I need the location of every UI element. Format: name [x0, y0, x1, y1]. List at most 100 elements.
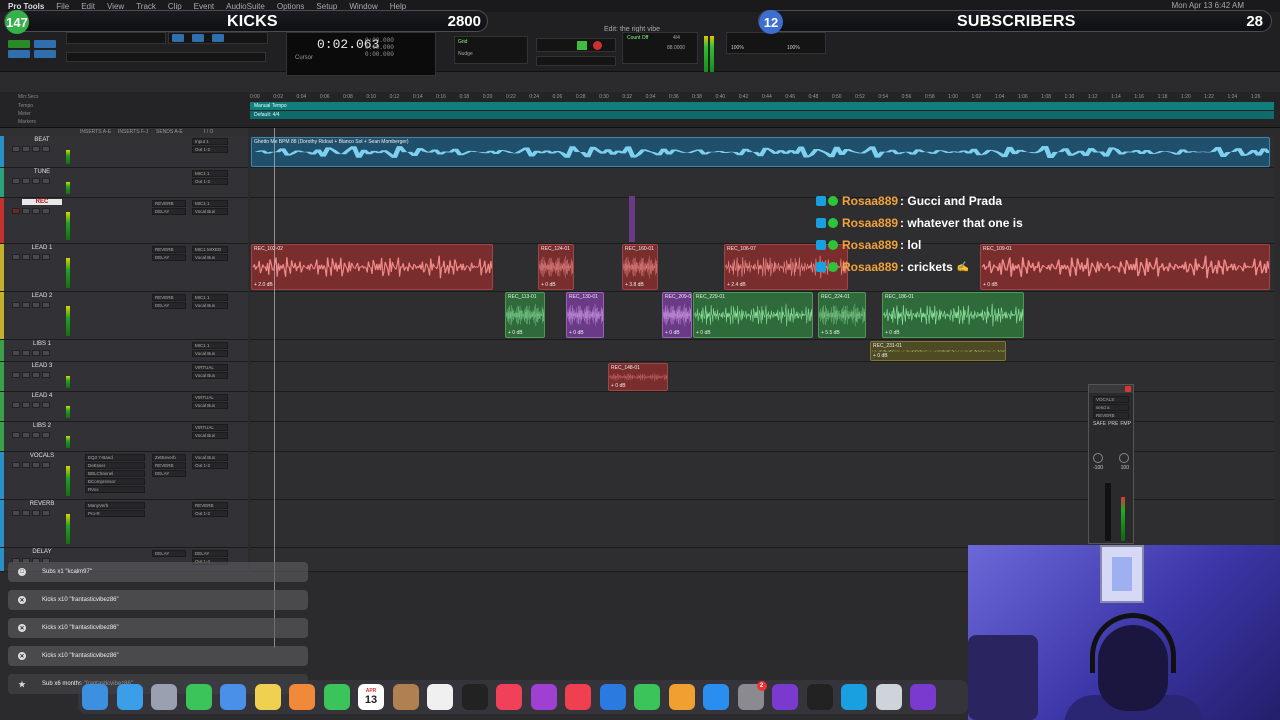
pan-knob-right[interactable]	[1119, 453, 1129, 463]
send-window[interactable]: VOCALS send a REVERB SAFE PRE FMP -100 1…	[1088, 384, 1134, 544]
send-slot[interactable]: ZetEeverb	[152, 454, 186, 461]
input-selector[interactable]: REVERB	[192, 502, 228, 509]
audio-clip[interactable]: REC_229-01 + 0 dB	[693, 292, 813, 338]
send-slot[interactable]: DELAY	[152, 302, 186, 309]
output-selector[interactable]: Vocal Bus	[192, 208, 228, 215]
audio-clip[interactable]: REC_231-01 + 0 dB	[870, 341, 1006, 361]
record-enable-button[interactable]	[12, 372, 20, 378]
insert-slot[interactable]: BBLChannel	[85, 470, 145, 477]
output-selector[interactable]: Vocal Bus	[192, 302, 228, 309]
safe-button[interactable]: SAFE	[1093, 421, 1106, 427]
input-selector[interactable]: VIRTUAL	[192, 364, 228, 371]
insert-slot[interactable]: Pro-R	[85, 510, 145, 517]
mail-app-icon[interactable]	[220, 684, 246, 710]
mute-button[interactable]	[42, 208, 50, 214]
track-name[interactable]: LIBS 2	[22, 423, 62, 429]
solo-button[interactable]	[32, 462, 40, 468]
input-monitor-button[interactable]	[22, 402, 30, 408]
play-button[interactable]	[577, 41, 587, 50]
audio-clip[interactable]: REC_102-02 + 2.0 dB	[251, 244, 493, 290]
record-enable-button[interactable]	[12, 178, 20, 184]
input-selector[interactable]: Vocal Bus	[192, 454, 228, 461]
audio-clip[interactable]: REC_113-01 + 0 dB	[505, 292, 545, 338]
input-monitor-button[interactable]	[22, 208, 30, 214]
calendar-app-icon[interactable]: APR 13	[358, 684, 384, 710]
output-selector[interactable]: Vocal Bus	[192, 372, 228, 379]
input-selector[interactable]: VIRTUAL	[192, 424, 228, 431]
send-window-destination[interactable]: REVERB	[1093, 412, 1129, 419]
reminders-app-icon[interactable]	[427, 684, 453, 710]
selector-tool-icon[interactable]	[212, 34, 224, 42]
meter-ruler[interactable]: Default: 4/4	[250, 111, 1274, 119]
output-selector[interactable]: Vocal Bus	[192, 254, 228, 261]
input-monitor-button[interactable]	[22, 510, 30, 516]
mute-button[interactable]	[42, 462, 50, 468]
pages-app-icon[interactable]	[668, 684, 695, 710]
record-enable-button[interactable]	[12, 462, 20, 468]
insert-slot[interactable]: ManyVerb	[85, 502, 145, 509]
solo-button[interactable]	[32, 208, 40, 214]
pro-tools-app-icon[interactable]	[772, 684, 798, 710]
input-monitor-button[interactable]	[22, 350, 30, 356]
avid-app-icon[interactable]	[910, 684, 936, 710]
track-header[interactable]: TUNE MIC1 1 Out 1-2	[0, 168, 248, 198]
audio-clip[interactable]: Ghetto Me BPM 88 (Dorothy Ridout + Blanc…	[251, 137, 1270, 167]
send-slot[interactable]: REVERB	[152, 246, 186, 253]
track-lane[interactable]	[250, 340, 1274, 362]
nudge-grid-values[interactable]: Grid Nudge	[454, 36, 528, 64]
input-selector[interactable]: MIC1 1	[192, 342, 228, 349]
track-header[interactable]: LIBS 1 MIC1 1 Vocal Bus	[0, 340, 248, 362]
track-header[interactable]: LEAD 2 REVERB DELAY MIC1 1 Vocal Bus	[0, 292, 248, 340]
transport-controls[interactable]	[536, 38, 616, 52]
record-enable-button[interactable]	[12, 302, 20, 308]
track-name[interactable]: DELAY	[22, 549, 62, 555]
solo-button[interactable]	[32, 372, 40, 378]
system-preferences-app-icon[interactable]: 2	[737, 681, 767, 710]
input-monitor-button[interactable]	[22, 372, 30, 378]
input-selector[interactable]: MIC1 MIXED	[192, 246, 228, 253]
mute-button[interactable]	[42, 372, 50, 378]
insert-slot[interactable]: DeEsser	[85, 462, 145, 469]
output-selector[interactable]: Vocal Bus	[192, 402, 228, 409]
app-store-app-icon[interactable]	[703, 684, 729, 710]
send-slot[interactable]: DELAY	[152, 470, 186, 477]
audio-clip[interactable]: REC_130-01 + 0 dB	[566, 292, 604, 338]
podcasts-app-icon[interactable]	[530, 684, 557, 710]
output-selector[interactable]: Out 1-2	[192, 510, 228, 517]
record-enable-button[interactable]	[12, 402, 20, 408]
tempo-ruler[interactable]: Manual Tempo	[250, 102, 1274, 110]
solo-button[interactable]	[32, 432, 40, 438]
track-name[interactable]: REC	[22, 199, 62, 205]
solo-button[interactable]	[32, 254, 40, 260]
output-selector[interactable]: Out 1-2	[192, 146, 228, 153]
audio-clip[interactable]: REC_148-01 + 0 dB	[608, 363, 668, 391]
shuffle-mode-button[interactable]	[8, 40, 30, 48]
output-selector[interactable]: Out 1-2	[192, 462, 228, 469]
output-selector[interactable]: Vocal Bus	[192, 432, 228, 439]
send-slot[interactable]: REVERB	[152, 294, 186, 301]
track-header[interactable]: BEAT Input 1 Out 1-2	[0, 136, 248, 168]
mute-button[interactable]	[42, 510, 50, 516]
input-selector[interactable]: MIC1 1	[192, 200, 228, 207]
disk-utility-app-icon[interactable]	[875, 684, 902, 710]
track-name[interactable]: VOCALS	[22, 453, 62, 459]
send-window-track[interactable]: VOCALS	[1093, 396, 1129, 403]
send-window-send[interactable]: send a	[1093, 404, 1129, 411]
photos-app-icon[interactable]	[289, 684, 315, 710]
contacts-app-icon[interactable]	[392, 684, 419, 710]
audio-clip[interactable]: REC_224-01 + 5.5 dB	[818, 292, 866, 338]
mute-button[interactable]	[42, 178, 50, 184]
input-selector[interactable]: Input 1	[192, 138, 228, 145]
track-name[interactable]: REVERB	[22, 501, 62, 507]
solo-button[interactable]	[32, 146, 40, 152]
track-header[interactable]: LEAD 3 VIRTUAL Vocal Bus	[0, 362, 248, 392]
close-icon[interactable]	[1125, 386, 1131, 392]
track-lane[interactable]	[250, 168, 1274, 198]
zoom-presets[interactable]	[66, 52, 266, 62]
spot-mode-button[interactable]	[34, 40, 56, 48]
music-app-icon[interactable]	[496, 684, 522, 710]
facetime-app-icon[interactable]	[323, 684, 350, 710]
input-monitor-button[interactable]	[22, 432, 30, 438]
launchpad-app-icon[interactable]	[151, 684, 177, 710]
audio-clip[interactable]: REC_186-01 + 0 dB	[882, 292, 1024, 338]
